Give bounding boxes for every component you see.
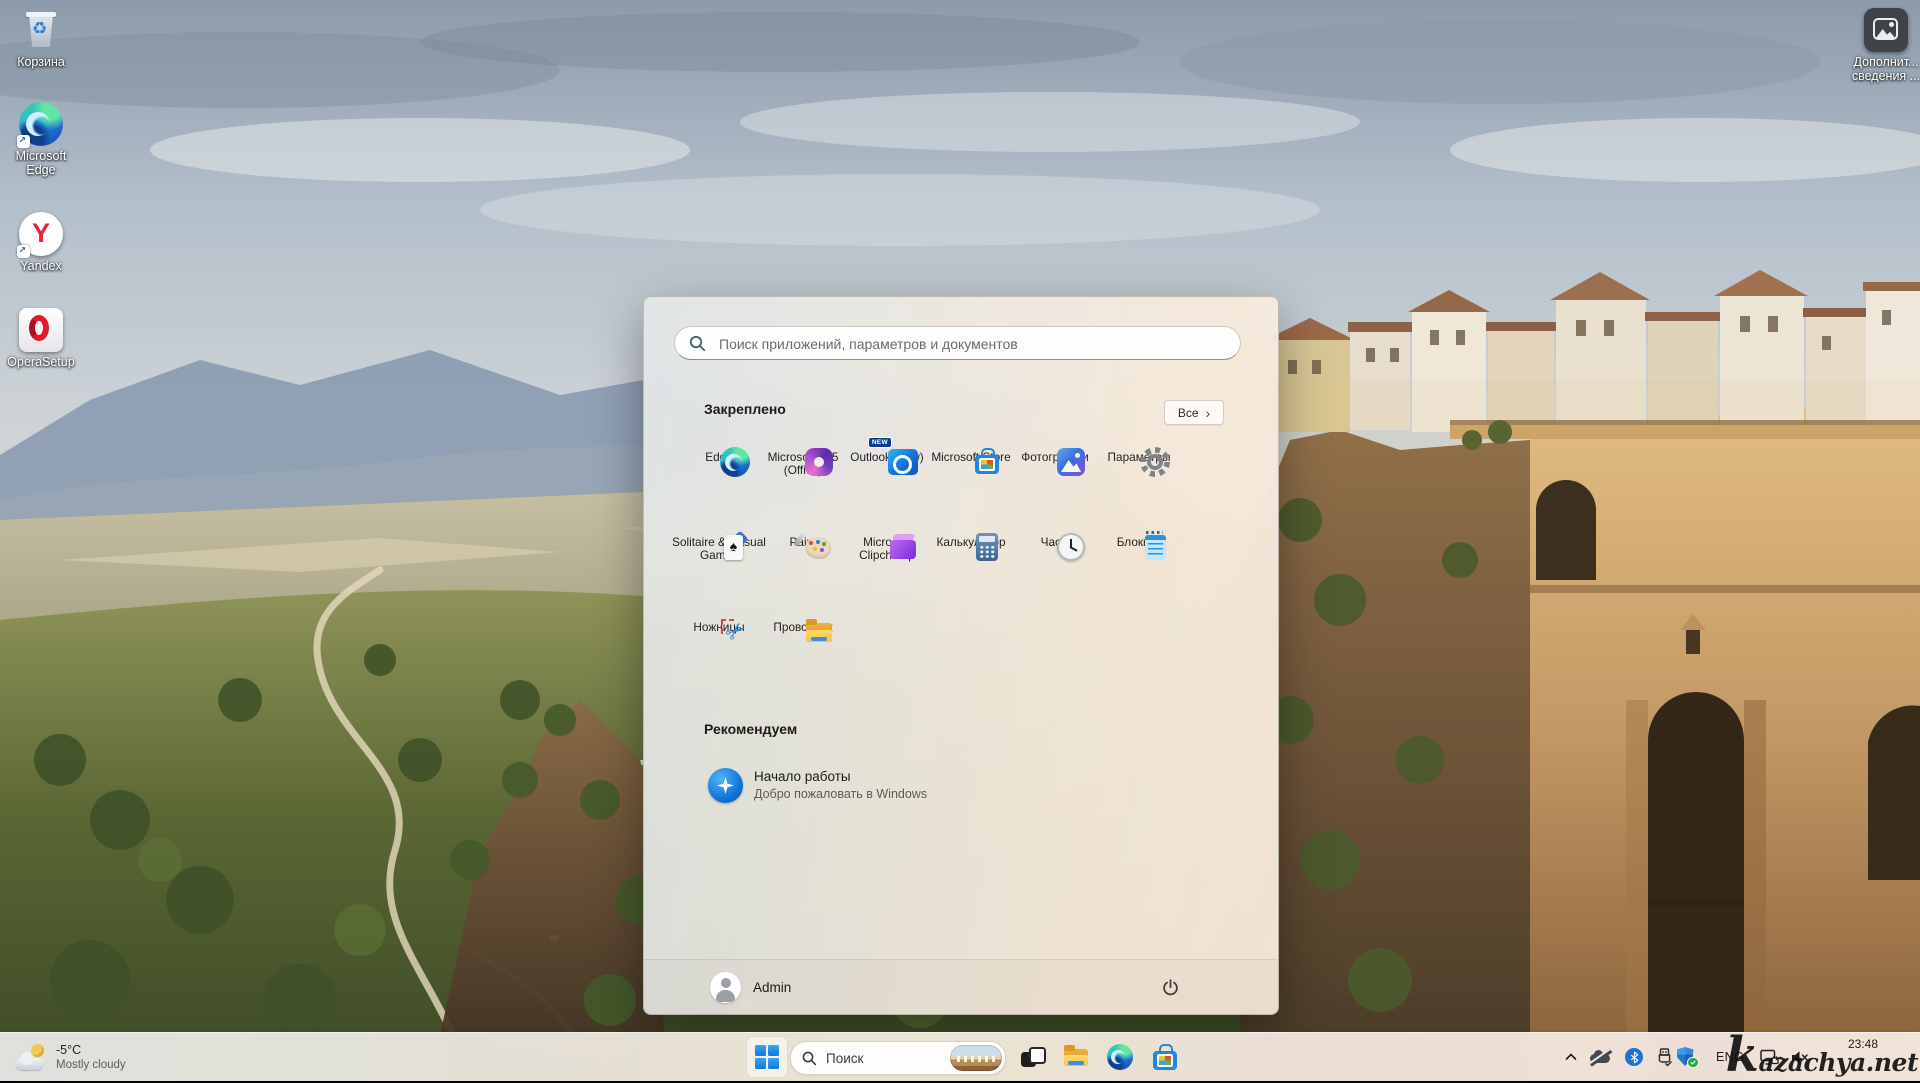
pinned-apps-grid: Edge Microsoft 365 (Office) NEW Outlook … xyxy=(672,437,1181,697)
start-menu-footer: Admin xyxy=(644,959,1278,1014)
opera-setup-icon xyxy=(19,308,63,352)
weather-widget[interactable]: -5°C Mostly cloudy xyxy=(8,1033,134,1081)
user-profile-button[interactable]: Admin xyxy=(700,970,801,1004)
tray-bluetooth-button[interactable] xyxy=(1620,1033,1648,1081)
taskbar-file-explorer-button[interactable] xyxy=(1056,1037,1096,1077)
search-icon xyxy=(689,335,706,352)
taskbar-store-button[interactable] xyxy=(1144,1037,1184,1077)
pinned-app-outlook-new[interactable]: NEW Outlook (new) xyxy=(845,437,929,527)
usb-icon xyxy=(1658,1047,1672,1067)
start-search-input[interactable] xyxy=(717,327,1221,361)
desktop-icon-yandex[interactable]: Yandex xyxy=(2,212,80,273)
time-label: 23:48 xyxy=(1847,1037,1878,1051)
pinned-app-clipchamp[interactable]: Microsoft Clipchamp xyxy=(845,527,929,612)
pinned-app-settings[interactable]: Параметры xyxy=(1097,442,1181,527)
power-button[interactable] xyxy=(1152,969,1188,1005)
start-menu-panel: Закреплено Все › Edge Microsoft 365 (Off… xyxy=(643,296,1279,1015)
pinned-app-snipping-tool[interactable]: Ножницы xyxy=(677,612,761,697)
windows-logo-icon xyxy=(755,1045,779,1069)
pinned-app-paint[interactable]: Paint xyxy=(761,527,845,612)
avatar xyxy=(710,971,741,1003)
edge-icon xyxy=(1107,1044,1133,1070)
pinned-app-solitaire[interactable]: Solitaire & Casual Games xyxy=(672,527,766,612)
desktop-icon-label: Корзина xyxy=(17,55,65,69)
search-icon xyxy=(802,1051,817,1065)
weather-temperature: -5°C xyxy=(56,1042,82,1057)
desktop-icon-additional-info[interactable]: Дополнит... сведения ... xyxy=(1838,8,1920,83)
weather-icon xyxy=(16,1043,47,1071)
desktop-icon-opera-setup[interactable]: OperaSetup xyxy=(2,308,80,369)
pinned-app-file-explorer[interactable]: Проводник xyxy=(761,612,845,697)
desktop-icon-microsoft-edge[interactable]: Microsoft Edge xyxy=(2,102,80,177)
language-label: ENG xyxy=(1716,1050,1744,1064)
edge-icon xyxy=(17,102,63,148)
all-apps-label: Все xyxy=(1177,405,1199,420)
tray-volume-button[interactable] xyxy=(1784,1033,1814,1081)
recommended-subtitle: Добро пожаловать в Windows xyxy=(754,787,928,801)
get-started-icon xyxy=(708,768,743,803)
image-placeholder-icon xyxy=(1864,8,1908,52)
recommended-section-header: Рекомендуем xyxy=(704,721,798,737)
pinned-app-notepad[interactable]: Блокнот xyxy=(1097,527,1181,612)
desktop-icon-label: Microsoft Edge xyxy=(15,149,67,177)
volume-muted-icon xyxy=(1791,1050,1808,1064)
taskbar-task-view-button[interactable] xyxy=(1012,1037,1052,1077)
recommended-title: Начало работы xyxy=(754,769,851,784)
folder-icon xyxy=(1063,1044,1089,1070)
chevron-up-icon xyxy=(1565,1053,1577,1060)
all-apps-button[interactable]: Все › xyxy=(1164,400,1224,425)
start-search-box[interactable] xyxy=(674,326,1241,361)
pinned-app-calculator[interactable]: Калькулятор xyxy=(929,527,1013,612)
onedrive-off-icon xyxy=(1588,1048,1613,1067)
start-button[interactable] xyxy=(747,1037,787,1077)
pinned-app-clock[interactable]: Часы xyxy=(1013,527,1097,612)
yandex-icon xyxy=(17,212,63,258)
task-view-icon xyxy=(1019,1044,1046,1070)
network-icon xyxy=(1759,1049,1779,1065)
pinned-app-microsoft-store[interactable]: Microsoft Store xyxy=(929,442,1013,527)
desktop-icon-label: OperaSetup xyxy=(7,355,75,369)
power-icon xyxy=(1162,978,1178,995)
shortcut-arrow-icon xyxy=(17,245,30,258)
desktop-icon-label-line1: Дополнит... xyxy=(1853,55,1919,69)
pinned-app-microsoft-365[interactable]: Microsoft 365 (Office) xyxy=(761,442,845,527)
new-badge: NEW xyxy=(867,437,892,448)
desktop-icon-label: Yandex xyxy=(20,259,62,273)
pinned-app-edge[interactable]: Edge xyxy=(677,442,761,527)
user-name: Admin xyxy=(753,979,792,995)
microsoft-store-icon xyxy=(1151,1044,1177,1070)
recycle-bin-icon xyxy=(23,6,59,52)
pinned-app-photos[interactable]: Фотографии xyxy=(1013,442,1097,527)
tray-security-button[interactable] xyxy=(1672,1033,1702,1081)
taskbar-edge-button[interactable] xyxy=(1100,1037,1140,1077)
desktop-icon-label-line2: сведения ... xyxy=(1851,69,1920,83)
tray-language-indicator[interactable]: ENG xyxy=(1708,1033,1752,1081)
tray-clock[interactable]: 23:48 xyxy=(1848,1038,1878,1051)
taskbar-search-box[interactable]: Поиск xyxy=(790,1041,1006,1075)
recommended-item-get-started[interactable]: Начало работы Добро пожаловать в Windows xyxy=(692,759,1112,813)
weather-condition: Mostly cloudy xyxy=(56,1058,126,1071)
taskbar: -5°C Mostly cloudy Поиск ENG 23:48 xyxy=(0,1032,1920,1081)
tray-hidden-icons-button[interactable] xyxy=(1556,1033,1586,1081)
tray-network-button[interactable] xyxy=(1754,1033,1784,1081)
desktop-icon-recycle-bin[interactable]: Корзина xyxy=(2,6,80,69)
tray-onedrive-button[interactable] xyxy=(1586,1033,1616,1081)
bluetooth-icon xyxy=(1625,1048,1643,1066)
chevron-right-icon: › xyxy=(1205,404,1211,421)
taskbar-search-label: Поиск xyxy=(826,1050,864,1066)
pinned-section-header: Закреплено xyxy=(704,401,786,417)
search-highlight-thumbnail xyxy=(950,1044,1002,1071)
shortcut-arrow-icon xyxy=(17,135,30,148)
defender-icon xyxy=(1676,1047,1699,1068)
